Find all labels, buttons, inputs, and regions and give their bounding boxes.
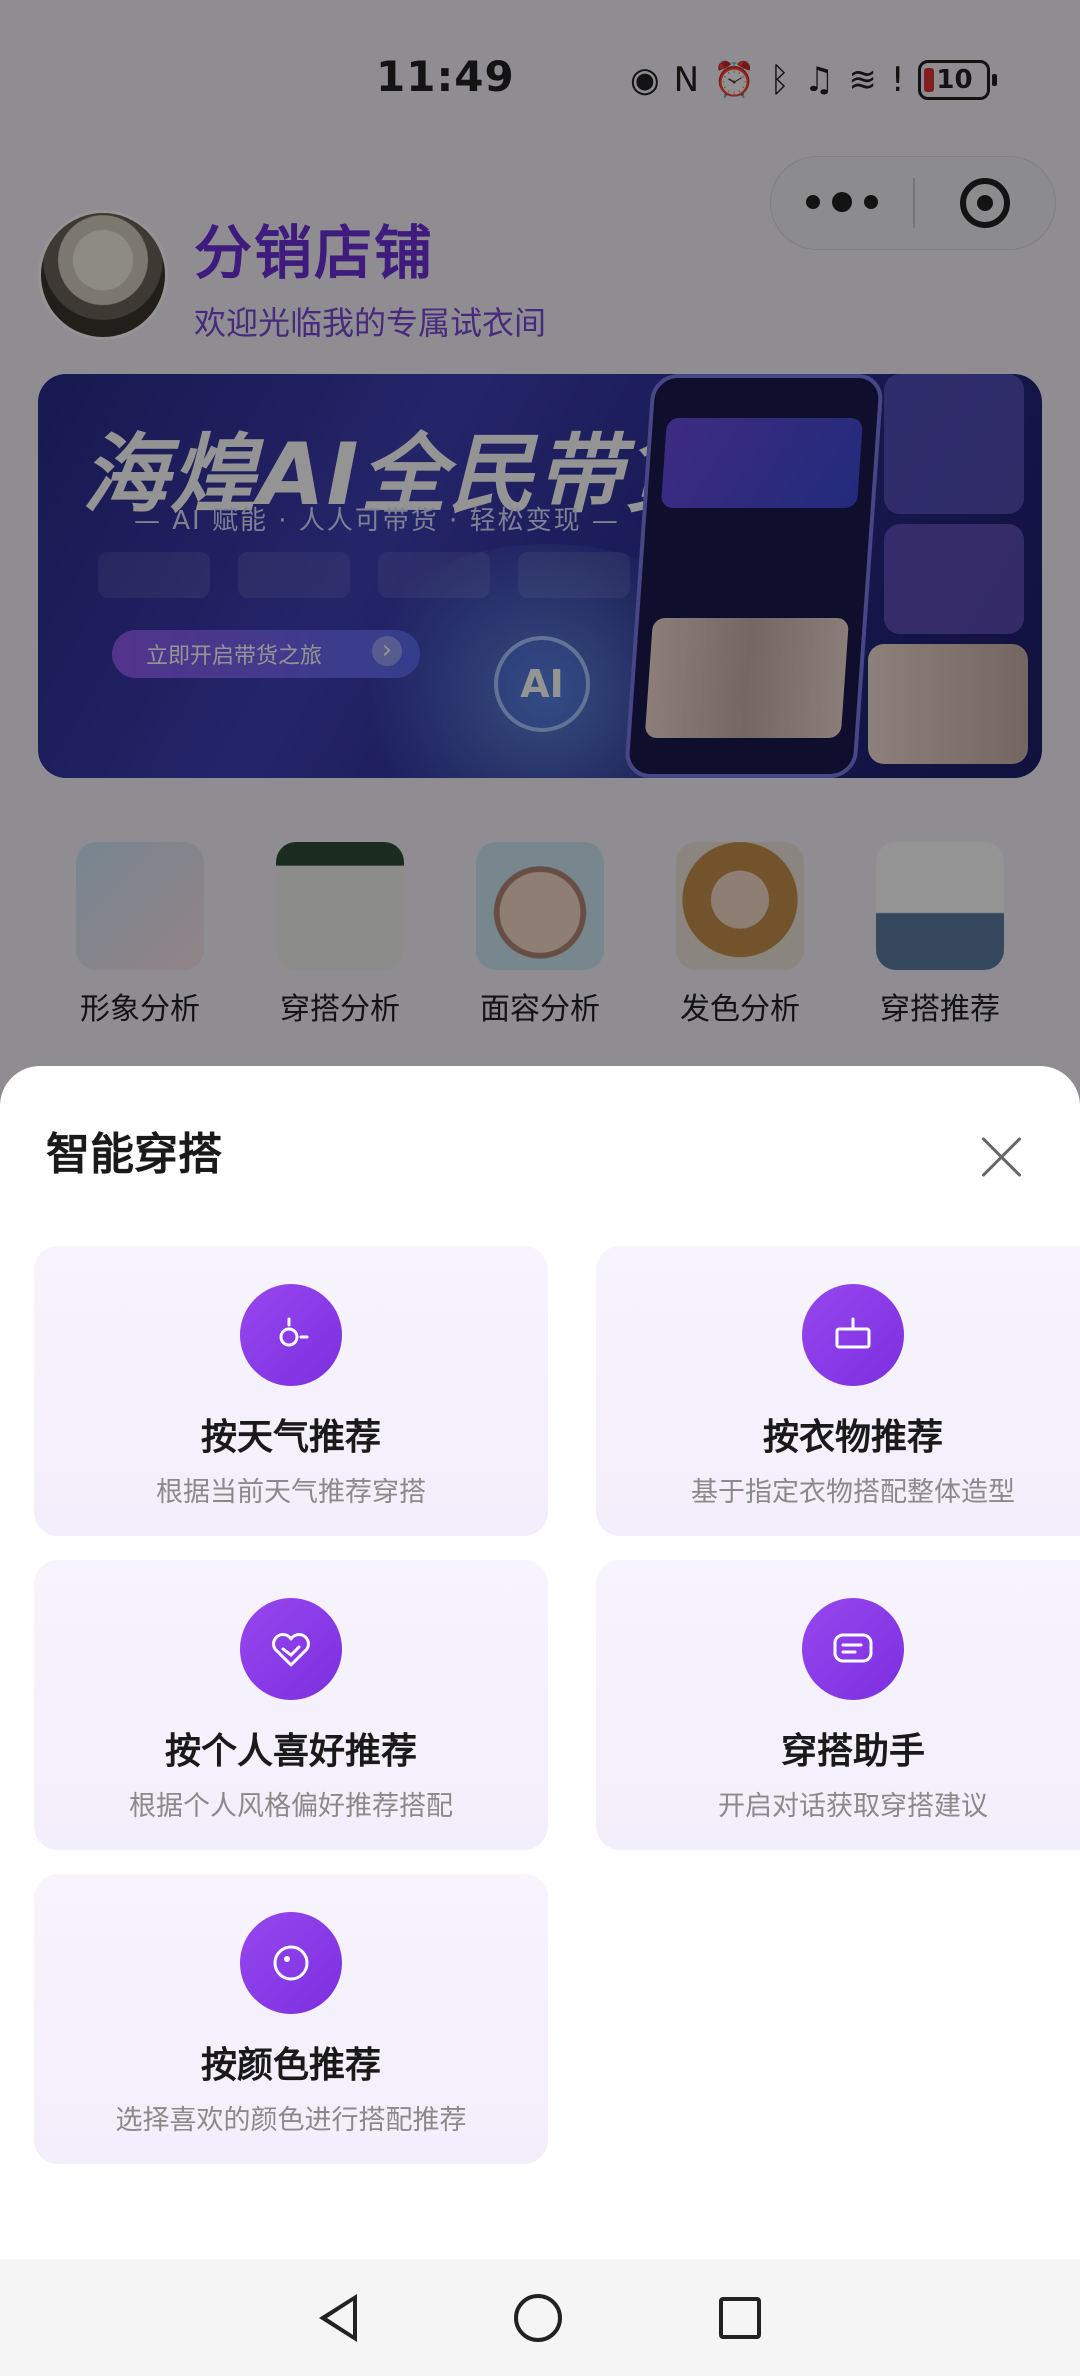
option-title: 按颜色推荐 — [200, 2045, 381, 2086]
home-icon[interactable] — [513, 2293, 562, 2342]
option-clothing[interactable]: 按衣物推荐 基于指定衣物搭配整体造型 — [596, 1246, 1080, 1536]
option-preference[interactable]: 按个人喜好推荐 根据个人风格偏好推荐搭配 — [34, 1560, 548, 1850]
option-desc: 根据个人风格偏好推荐搭配 — [129, 1791, 453, 1822]
chat-icon — [802, 1598, 904, 1700]
weather-icon — [240, 1284, 342, 1386]
option-desc: 根据当前天气推荐穿搭 — [156, 1477, 426, 1508]
option-assistant[interactable]: 穿搭助手 开启对话获取穿搭建议 — [596, 1560, 1080, 1850]
option-color[interactable]: 按颜色推荐 选择喜欢的颜色进行搭配推荐 — [34, 1874, 548, 2164]
smart-outfit-sheet: 智能穿搭 按天气推荐 根据当前天气推荐穿搭 按衣物推荐 基于指定衣物搭配整体造型… — [0, 1066, 1080, 2259]
sheet-title: 智能穿搭 — [46, 1129, 222, 1180]
option-title: 按衣物推荐 — [762, 1417, 943, 1458]
option-desc: 开启对话获取穿搭建议 — [718, 1791, 988, 1822]
option-title: 穿搭助手 — [780, 1731, 925, 1772]
option-desc: 基于指定衣物搭配整体造型 — [691, 1477, 1015, 1508]
back-icon[interactable] — [318, 2293, 357, 2342]
heart-icon — [240, 1598, 342, 1700]
option-title: 按天气推荐 — [200, 1417, 381, 1458]
clothing-icon — [802, 1284, 904, 1386]
palette-icon — [240, 1912, 342, 2014]
recent-apps-icon[interactable] — [719, 2296, 762, 2339]
option-desc: 选择喜欢的颜色进行搭配推荐 — [115, 2105, 467, 2136]
option-weather[interactable]: 按天气推荐 根据当前天气推荐穿搭 — [34, 1246, 548, 1536]
option-title: 按个人喜好推荐 — [164, 1731, 417, 1772]
close-icon[interactable] — [972, 1128, 1030, 1186]
system-nav-bar — [0, 2259, 1080, 2376]
